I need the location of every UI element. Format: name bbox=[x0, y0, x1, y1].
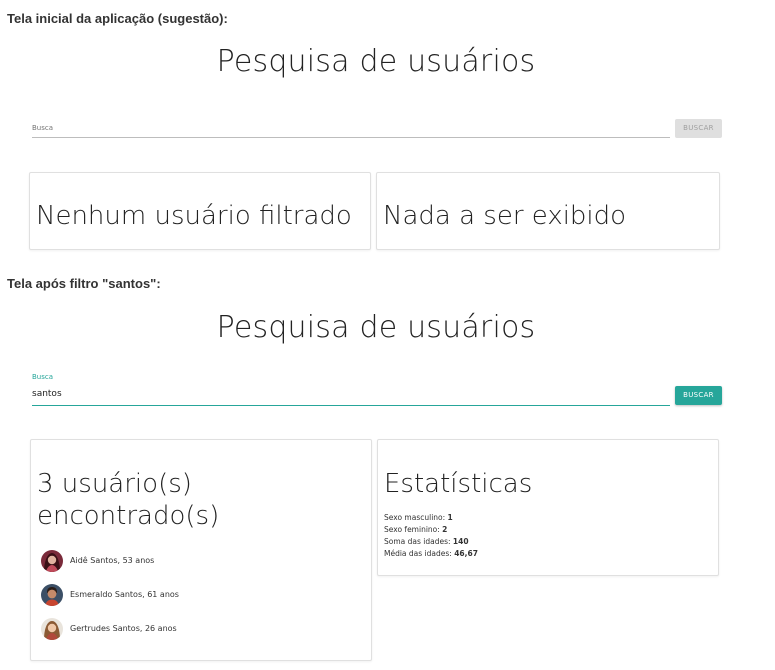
results-heading-line-2: encontrado(s) bbox=[37, 501, 220, 531]
stat-age-average: Média das idades: 46,67 bbox=[384, 549, 478, 558]
list-item: Aidê Santos, 53 anos bbox=[41, 550, 361, 574]
user-name-age: Gertrudes Santos, 26 anos bbox=[70, 624, 177, 633]
avatar-female-icon bbox=[41, 618, 63, 640]
search-underline bbox=[32, 405, 670, 406]
caption-initial-screen: Tela inicial da aplicação (sugestão): bbox=[7, 11, 228, 26]
statistics-card: Nada a ser exibido bbox=[376, 172, 720, 250]
search-button[interactable]: BUSCAR bbox=[675, 119, 722, 138]
caption-filtered-screen: Tela após filtro "santos": bbox=[7, 276, 161, 291]
avatar-male-icon bbox=[41, 584, 63, 606]
stat-female-count: Sexo feminino: 2 bbox=[384, 525, 448, 534]
no-users-text: Nenhum usuário filtrado bbox=[36, 201, 352, 231]
avatar-female-icon bbox=[41, 550, 63, 572]
user-name-age: Esmeraldo Santos, 61 anos bbox=[70, 590, 179, 599]
nothing-to-show-text: Nada a ser exibido bbox=[383, 201, 627, 231]
results-card: 3 usuário(s) encontrado(s) Aidê Santos, … bbox=[30, 439, 372, 661]
results-count-heading: 3 usuário(s) encontrado(s) bbox=[37, 468, 219, 532]
list-item: Gertrudes Santos, 26 anos bbox=[41, 618, 361, 642]
search-underline bbox=[32, 137, 670, 138]
search-input[interactable] bbox=[32, 122, 670, 134]
stat-male-count: Sexo masculino: 1 bbox=[384, 513, 453, 522]
stat-age-sum: Soma das idades: 140 bbox=[384, 537, 469, 546]
page-title: Pesquisa de usuários bbox=[216, 44, 536, 79]
statistics-card: Estatísticas Sexo masculino: 1 Sexo femi… bbox=[377, 439, 719, 576]
search-field bbox=[32, 118, 670, 142]
user-name-age: Aidê Santos, 53 anos bbox=[70, 556, 155, 565]
page-title: Pesquisa de usuários bbox=[216, 310, 536, 345]
results-card: Nenhum usuário filtrado bbox=[29, 172, 371, 250]
search-label: Busca bbox=[32, 373, 54, 381]
search-field: Busca bbox=[32, 371, 670, 407]
search-input[interactable] bbox=[32, 387, 670, 400]
list-item: Esmeraldo Santos, 61 anos bbox=[41, 584, 361, 608]
statistics-heading: Estatísticas bbox=[384, 469, 533, 499]
search-button[interactable]: BUSCAR bbox=[675, 386, 722, 405]
results-heading-line-1: 3 usuário(s) bbox=[37, 469, 192, 499]
